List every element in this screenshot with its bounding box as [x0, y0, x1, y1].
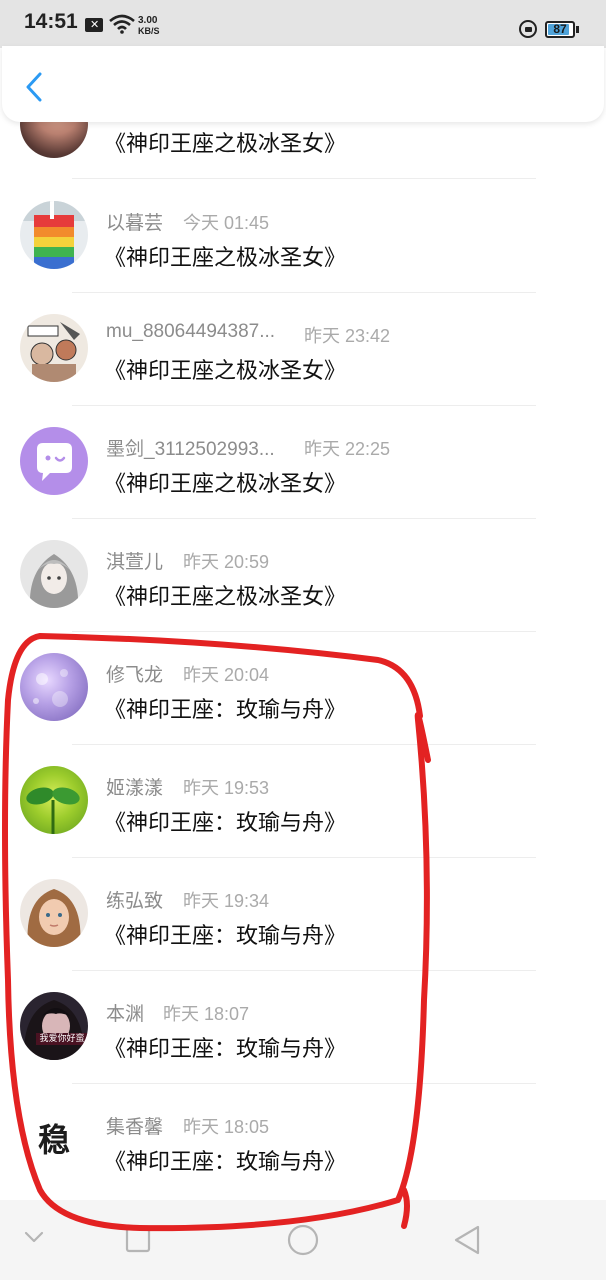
user-name: 练弘致	[106, 891, 164, 912]
list-item[interactable]: 姬漾漾 昨天 19:53 《神印王座：玫瑜与舟》	[0, 745, 606, 858]
book-title: 《神印王座之极冰圣女》	[104, 585, 347, 610]
user-name: 本渊	[106, 1004, 145, 1025]
notification-icon: ✕	[85, 18, 103, 32]
avatar-text: 稳	[38, 1121, 71, 1159]
list-item[interactable]: 稳 集香馨 昨天 18:05 《神印王座：玫瑜与舟》	[0, 1084, 606, 1197]
network-speed: 3.00 KB/S	[138, 15, 160, 37]
book-title: 《神印王座之极冰圣女》	[104, 359, 347, 384]
text-avatar-icon: 稳	[20, 1105, 88, 1173]
wifi-icon	[109, 14, 135, 34]
rotation-lock-icon	[519, 20, 537, 38]
user-name: 淇萱儿	[106, 552, 164, 573]
girl-portrait-icon	[20, 879, 88, 947]
network-speed-value: 3.00	[138, 15, 158, 26]
book-title: 《神印王座：玫瑜与舟》	[104, 1150, 347, 1175]
timestamp: 昨天 20:59	[183, 552, 270, 572]
chat-bubble-icon	[20, 427, 88, 495]
battery-icon: 87	[545, 21, 575, 38]
message-list[interactable]: 《神印王座之极冰圣女》 以暮芸 今天 01:45 《神印王座之极冰圣女》 mu_…	[0, 0, 606, 1280]
book-title: 《神印王座：玫瑜与舟》	[104, 698, 347, 723]
user-name: 姬漾漾	[106, 778, 164, 799]
user-name: 修飞龙	[106, 665, 164, 686]
purple-bokeh-icon	[20, 653, 88, 721]
timestamp: 今天 01:45	[183, 213, 270, 233]
home-icon[interactable]	[286, 1223, 320, 1257]
back-triangle-icon[interactable]	[452, 1224, 482, 1256]
timestamp: 昨天 22:25	[304, 439, 391, 459]
book-title: 《神印王座：玫瑜与舟》	[104, 1037, 347, 1062]
network-speed-unit: KB/S	[138, 26, 160, 36]
list-item[interactable]: 我爱你好蛮 本渊 昨天 18:07 《神印王座：玫瑜与舟》	[0, 971, 606, 1084]
sketch-avatar-icon	[20, 314, 88, 382]
list-item[interactable]: 以暮芸 今天 01:45 《神印王座之极冰圣女》	[0, 180, 606, 293]
battery-level: 87	[553, 22, 567, 36]
battery-tip	[576, 26, 579, 33]
book-title: 《神印王座：玫瑜与舟》	[104, 811, 347, 836]
user-name: mu_88064494387...	[106, 321, 276, 342]
chevron-down-icon[interactable]	[24, 1230, 44, 1244]
app-header	[2, 46, 604, 122]
status-time: 14:51	[24, 10, 78, 33]
timestamp: 昨天 18:05	[183, 1117, 270, 1137]
book-title: 《神印王座之极冰圣女》	[104, 132, 347, 157]
anime-girl-icon	[20, 540, 88, 608]
list-item[interactable]: mu_88064494387... 昨天 23:42 《神印王座之极冰圣女》	[0, 293, 606, 406]
timestamp: 昨天 20:04	[183, 665, 270, 685]
avatar-caption: 我爱你好蛮	[36, 1033, 88, 1045]
recents-icon[interactable]	[124, 1226, 152, 1254]
list-item[interactable]: 淇萱儿 昨天 20:59 《神印王座之极冰圣女》	[0, 519, 606, 632]
back-arrow-icon	[26, 72, 42, 102]
timestamp: 昨天 19:53	[183, 778, 270, 798]
status-bar: 14:51 ✕ 3.00 KB/S 87	[0, 0, 606, 48]
book-title: 《神印王座：玫瑜与舟》	[104, 924, 347, 949]
list-item[interactable]: 练弘致 昨天 19:34 《神印王座：玫瑜与舟》	[0, 858, 606, 971]
rainbow-drink-icon	[20, 201, 88, 269]
user-name: 集香馨	[106, 1117, 164, 1138]
book-title: 《神印王座之极冰圣女》	[104, 246, 347, 271]
divider	[72, 178, 536, 179]
navigation-bar	[0, 1200, 606, 1280]
list-item[interactable]: 墨剑_3112502993... 昨天 22:25 《神印王座之极冰圣女》	[0, 406, 606, 519]
back-button[interactable]	[22, 72, 50, 102]
book-title: 《神印王座之极冰圣女》	[104, 472, 347, 497]
timestamp: 昨天 19:34	[183, 891, 270, 911]
sprout-icon	[20, 766, 88, 834]
timestamp: 昨天 18:07	[163, 1004, 250, 1024]
list-item[interactable]: 修飞龙 昨天 20:04 《神印王座：玫瑜与舟》	[0, 632, 606, 745]
timestamp: 昨天 23:42	[304, 326, 391, 346]
user-name: 墨剑_3112502993...	[106, 439, 275, 460]
dark-portrait-icon: 我爱你好蛮	[20, 992, 88, 1060]
user-name: 以暮芸	[106, 213, 164, 234]
